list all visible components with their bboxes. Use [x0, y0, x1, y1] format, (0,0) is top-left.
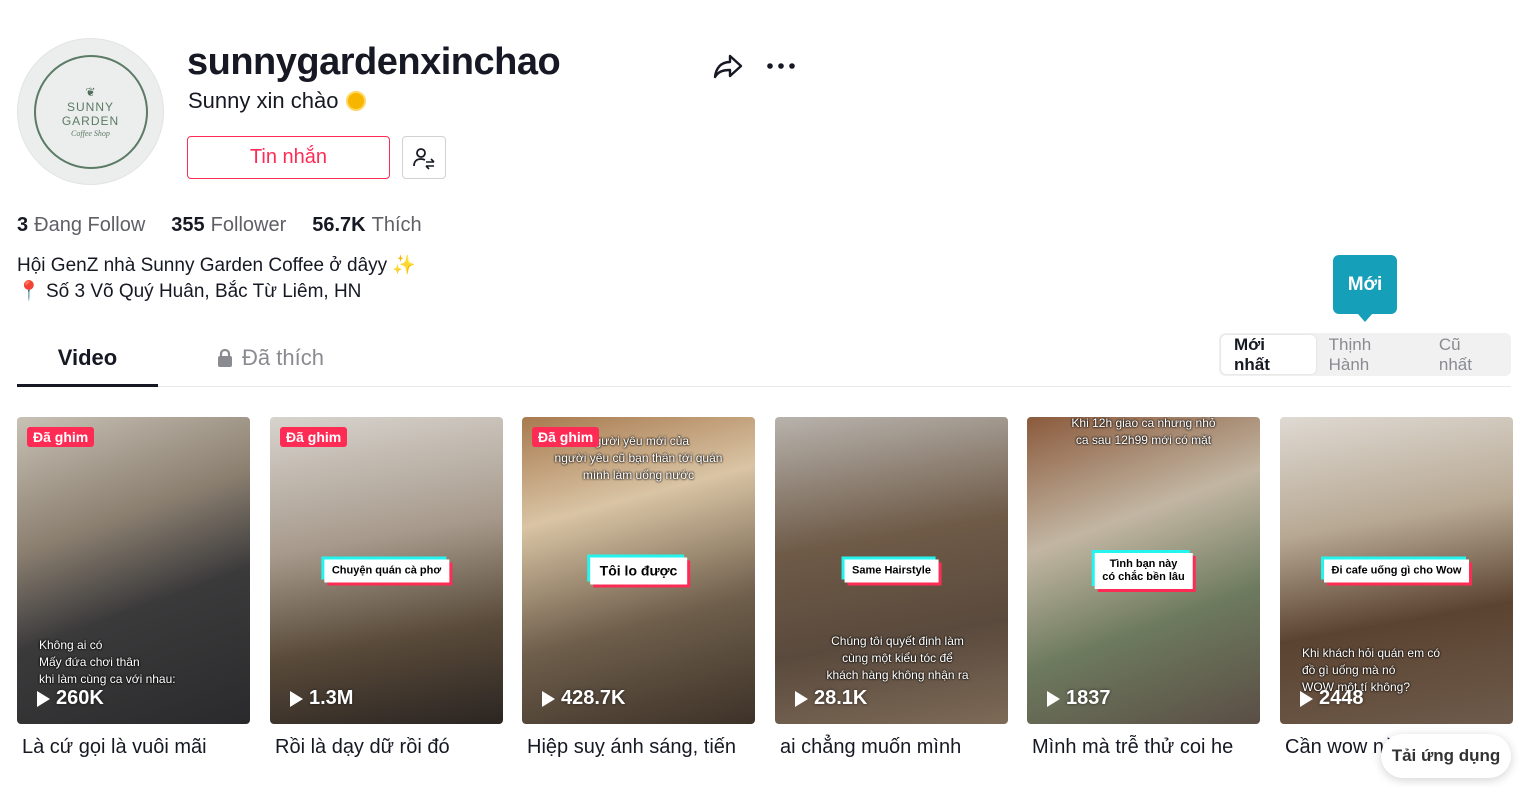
- bio-line-1: Hội GenZ nhà Sunny Garden Coffee ở dâyy …: [17, 255, 417, 276]
- video-card[interactable]: Đã ghim Chuyện quán cà phơ 1.3M Rồi là d…: [270, 417, 503, 760]
- video-overlay-text: Không ai có Mấy đứa chơi thân khi làm cù…: [39, 638, 176, 686]
- play-icon: [795, 690, 808, 707]
- video-caption: Đi cafe uống gì cho Wow: [1323, 559, 1470, 582]
- video-title[interactable]: ai chẳng muốn mình: [775, 734, 1008, 760]
- stat-following[interactable]: 3 Đang Follow: [17, 212, 145, 238]
- view-count-value: 2448: [1319, 687, 1364, 709]
- video-thumbnail[interactable]: Đi cafe uống gì cho Wow Khi khách hỏi qu…: [1280, 417, 1513, 724]
- following-label: Đang Follow: [34, 214, 146, 236]
- video-card[interactable]: người yêu mới của người yêu cũ bạn thân …: [522, 417, 755, 760]
- tab-liked[interactable]: Đã thích: [200, 332, 340, 384]
- follow-swap-button[interactable]: [402, 136, 446, 179]
- view-count: 1837: [1047, 687, 1111, 710]
- likes-count: 56.7K: [312, 214, 366, 236]
- avatar-logo-subtext: Coffee Shop: [71, 128, 110, 138]
- view-count: 28.1K: [795, 687, 867, 710]
- avatar-logo-text: SUNNY GARDEN: [61, 99, 120, 128]
- profile-bio: Hội GenZ nhà Sunny Garden Coffee ở dâyy …: [17, 253, 416, 305]
- video-thumbnail[interactable]: Đã ghim Không ai có Mấy đứa chơi thân kh…: [17, 417, 250, 724]
- view-count-value: 1.3M: [309, 687, 354, 709]
- pushpin-icon: 📍: [17, 281, 41, 302]
- follower-count: 355: [171, 214, 205, 236]
- profile-avatar[interactable]: ❦ SUNNY GARDEN Coffee Shop: [17, 38, 164, 185]
- sort-trending[interactable]: Thịnh Hành: [1316, 335, 1426, 374]
- more-icon: [767, 63, 795, 69]
- view-count-value: 428.7K: [561, 687, 626, 709]
- tab-liked-label: Đã thích: [242, 345, 324, 370]
- profile-stats: 3 Đang Follow 355 Follower 56.7K Thích: [17, 212, 422, 238]
- video-caption: Tôi lo được: [589, 557, 688, 584]
- video-title[interactable]: Mình mà trễ thử coi he: [1027, 734, 1260, 760]
- video-thumbnail[interactable]: người yêu mới của người yêu cũ bạn thân …: [522, 417, 755, 724]
- video-overlay-text: Khi 12h giao ca nhưng nhỏ ca sau 12h99 m…: [1071, 417, 1216, 447]
- play-icon: [290, 690, 303, 707]
- view-count: 260K: [37, 687, 104, 710]
- play-icon: [542, 690, 555, 707]
- video-thumbnail[interactable]: Same Hairstyle Chúng tôi quyết định làm …: [775, 417, 1008, 724]
- tab-video[interactable]: Video: [17, 332, 158, 387]
- video-caption: Chuyện quán cà phơ: [323, 559, 450, 582]
- username: sunnygardenxinchao: [187, 41, 561, 83]
- follower-label: Follower: [210, 214, 287, 236]
- lock-icon: [218, 348, 233, 367]
- video-thumbnail[interactable]: Khi 12h giao ca nhưng nhỏ ca sau 12h99 m…: [1027, 417, 1260, 724]
- download-app-button[interactable]: Tải ứng dụng: [1381, 734, 1511, 778]
- more-options-button[interactable]: [764, 52, 798, 80]
- sort-newest[interactable]: Mới nhất: [1221, 335, 1316, 374]
- video-overlay-text: Chúng tôi quyết định làm cùng một kiểu t…: [826, 634, 969, 682]
- nickname: Sunny xin chào: [188, 88, 339, 113]
- nickname-row: Sunny xin chào: [188, 87, 367, 115]
- sort-tooltip: Mới: [1333, 255, 1397, 322]
- view-count-value: 28.1K: [814, 687, 868, 709]
- video-card[interactable]: Same Hairstyle Chúng tôi quyết định làm …: [775, 417, 1008, 760]
- video-thumbnail[interactable]: Đã ghim Chuyện quán cà phơ 1.3M: [270, 417, 503, 724]
- leaf-icon: ❦: [85, 84, 96, 99]
- video-card[interactable]: Khi 12h giao ca nhưng nhỏ ca sau 12h99 m…: [1027, 417, 1260, 760]
- bio-line-2-row: 📍 Số 3 Võ Quý Huân, Bắc Từ Liêm, HN: [17, 279, 416, 305]
- view-count-value: 1837: [1066, 687, 1111, 709]
- video-title[interactable]: Rồi là dạy dữ rồi đó: [270, 734, 503, 760]
- play-icon: [1047, 690, 1060, 707]
- play-icon: [37, 690, 50, 707]
- following-count: 3: [17, 214, 29, 236]
- view-count: 1.3M: [290, 687, 353, 710]
- video-title[interactable]: Là cứ gọi là vuôi mãi: [17, 734, 250, 760]
- sort-oldest[interactable]: Cũ nhất: [1426, 335, 1509, 374]
- video-caption: Tình bạn này có chắc bền lâu: [1094, 552, 1193, 589]
- video-card[interactable]: Đi cafe uống gì cho Wow Khi khách hỏi qu…: [1280, 417, 1513, 760]
- message-button[interactable]: Tin nhắn: [187, 136, 390, 179]
- video-title[interactable]: Hiệp suỵ ánh sáng, tiến: [522, 734, 755, 760]
- share-icon: [713, 54, 743, 79]
- sunny-garden-logo: ❦ SUNNY GARDEN Coffee Shop: [33, 54, 148, 169]
- share-button[interactable]: [712, 50, 744, 82]
- video-caption: Same Hairstyle: [844, 559, 939, 582]
- pinned-badge: Đã ghim: [532, 427, 600, 447]
- user-swap-icon: [413, 147, 435, 170]
- view-count-value: 260K: [56, 687, 104, 709]
- view-count: 2448: [1300, 687, 1364, 710]
- stat-followers[interactable]: 355 Follower: [171, 212, 286, 238]
- stat-likes: 56.7K Thích: [312, 212, 421, 238]
- sort-selector: Mới nhất Thịnh Hành Cũ nhất: [1219, 333, 1511, 376]
- bio-line-2: Số 3 Võ Quý Huân, Bắc Từ Liêm, HN: [45, 281, 362, 302]
- play-icon: [1300, 690, 1313, 707]
- pinned-badge: Đã ghim: [27, 427, 95, 447]
- pinned-badge: Đã ghim: [280, 427, 348, 447]
- likes-label: Thích: [371, 214, 422, 236]
- video-grid: Đã ghim Không ai có Mấy đứa chơi thân kh…: [17, 417, 1513, 787]
- video-card[interactable]: Đã ghim Không ai có Mấy đứa chơi thân kh…: [17, 417, 250, 760]
- view-count: 428.7K: [542, 687, 626, 710]
- sun-emoji-icon: [346, 91, 367, 111]
